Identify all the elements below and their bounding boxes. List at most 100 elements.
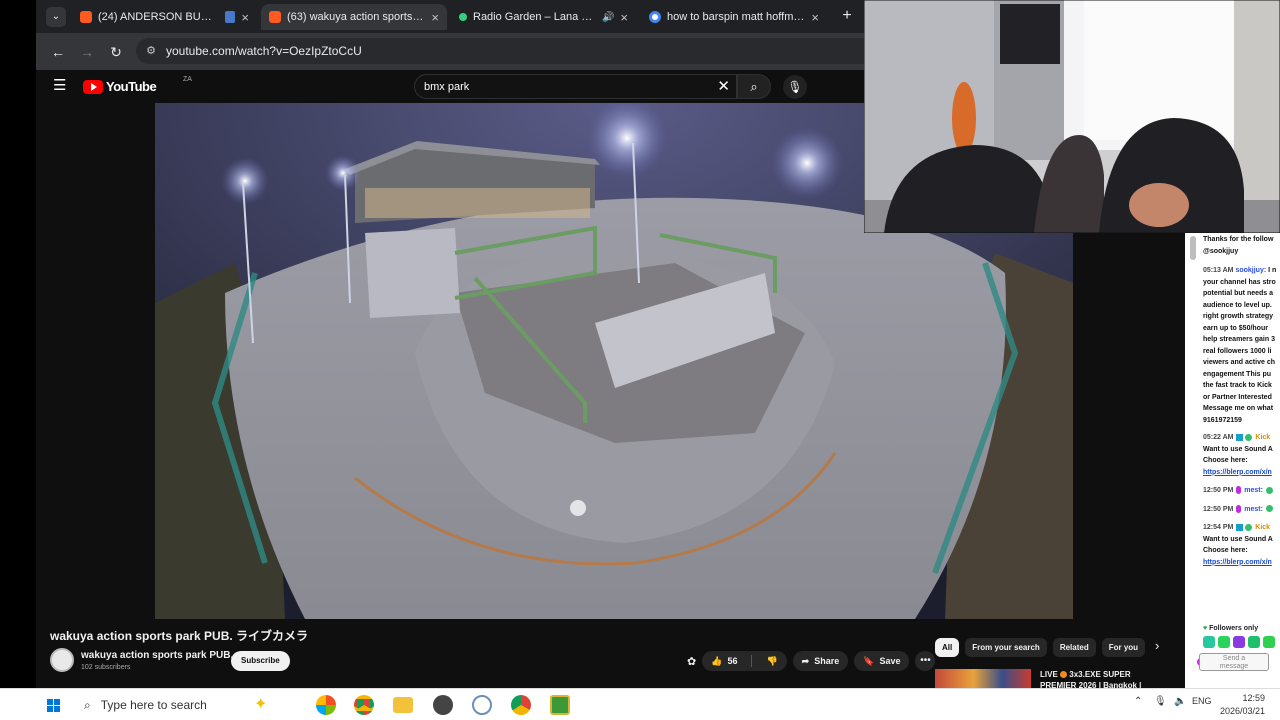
- dislike-button[interactable]: 👎: [757, 651, 786, 671]
- chat-username[interactable]: Kick: [1255, 524, 1270, 531]
- voice-search-button[interactable]: 🎙: [783, 75, 807, 99]
- like-count: 56: [727, 656, 738, 666]
- chat-message-line: @sookjjuy: [1203, 247, 1239, 255]
- tab-strip: ⌄ (24) ANDERSON BURRUS v × (63) wakuya a…: [36, 0, 864, 33]
- chip-from-your-search[interactable]: From your search: [965, 638, 1047, 657]
- video-title: wakuya action sports park PUB. ライブカメラ: [50, 629, 309, 643]
- chip-related[interactable]: Related: [1052, 638, 1096, 657]
- tab-anderson-burrus[interactable]: (24) ANDERSON BURRUS v ×: [72, 4, 257, 30]
- browser-toolbar: ← → ↻ ⚙ youtube.com/watch?v=OezIpZtoCcU: [36, 33, 864, 70]
- picture-in-picture-icon: [225, 11, 236, 23]
- youtube-wordmark: YouTube: [106, 79, 157, 94]
- stream-chat-panel: Thanks for the follow @sookjjuy 05:13 AM…: [1185, 232, 1280, 688]
- chip-for-you[interactable]: For you: [1101, 638, 1146, 657]
- tab-title: (63) wakuya action sports park: [287, 11, 426, 23]
- tab-radio-garden[interactable]: Radio Garden – Lana FM 91 🔊 ×: [451, 4, 636, 30]
- clear-search-icon[interactable]: ✕: [717, 77, 730, 95]
- moderator-badge-icon: [1236, 433, 1244, 441]
- chat-message-line: Choose here:: [1203, 457, 1248, 464]
- subscribe-button[interactable]: Subscribe: [231, 651, 290, 671]
- tab-search-button[interactable]: ⌄: [46, 7, 66, 27]
- chat-message-line: Choose here:: [1203, 547, 1248, 554]
- chat-message: 05:13 AM sookjjuy: I n: [1203, 265, 1280, 277]
- language-indicator[interactable]: ENG: [1192, 696, 1212, 706]
- chat-message-list: Thanks for the follow @sookjjuy 05:13 AM…: [1203, 232, 1280, 568]
- copilot-icon[interactable]: [316, 695, 336, 715]
- chat-scrollbar[interactable]: [1190, 236, 1196, 260]
- clock-date: 2026/03/21: [1220, 706, 1266, 716]
- save-button[interactable]: 🔖 Save: [854, 651, 910, 671]
- emote-icon[interactable]: [1263, 636, 1275, 648]
- tab-title: (24) ANDERSON BURRUS v: [98, 11, 219, 23]
- microphone-icon: 🎙: [787, 80, 803, 94]
- close-icon[interactable]: ×: [811, 10, 819, 25]
- emote-icon[interactable]: [1203, 636, 1215, 648]
- tab-barspin[interactable]: how to barspin matt hoffman 2 ×: [641, 4, 827, 30]
- close-icon[interactable]: ×: [431, 10, 439, 25]
- video-actions: ✿ 👍 56 👎 ➦ Share 🔖 Save •••: [687, 651, 936, 671]
- new-tab-button[interactable]: +: [837, 6, 857, 26]
- taskbar-search-placeholder: Type here to search: [100, 698, 207, 712]
- speaker-icon[interactable]: 🔈: [1174, 696, 1186, 707]
- chat-message-line: or Partner Interested: [1203, 393, 1272, 401]
- chat-link[interactable]: https://blerp.com/x/n: [1203, 557, 1280, 569]
- emote-icon[interactable]: [1233, 636, 1245, 648]
- speaker-icon[interactable]: 🔊: [602, 12, 614, 23]
- snipping-tool-icon[interactable]: [472, 695, 492, 715]
- chat-username[interactable]: mest:: [1244, 506, 1263, 513]
- close-icon[interactable]: ×: [241, 10, 249, 25]
- hamburger-menu-icon[interactable]: ☰: [53, 78, 69, 94]
- tab-wakuya[interactable]: (63) wakuya action sports park ×: [261, 4, 447, 30]
- chat-message-line: right growth strategy: [1203, 313, 1274, 320]
- chrome-icon[interactable]: [354, 695, 374, 715]
- emote-icon[interactable]: [1218, 636, 1230, 648]
- chip-all[interactable]: All: [935, 638, 960, 657]
- browser-window: ⌄ (24) ANDERSON BURRUS v × (63) wakuya a…: [36, 0, 864, 70]
- like-button[interactable]: 👍 56: [702, 651, 746, 671]
- obs-icon[interactable]: [433, 695, 453, 715]
- share-button[interactable]: ➦ Share: [792, 651, 849, 671]
- screen: ⌄ (24) ANDERSON BURRUS v × (63) wakuya a…: [0, 0, 1280, 720]
- youtube-logo[interactable]: YouTube ZA: [83, 76, 192, 94]
- chat-message-input[interactable]: Send a message: [1199, 653, 1269, 671]
- thumbs-down-icon: 👎: [766, 655, 778, 666]
- more-actions-button[interactable]: •••: [915, 651, 936, 671]
- recommendation-thumbnail[interactable]: [935, 669, 1031, 688]
- address-bar[interactable]: ⚙ youtube.com/watch?v=OezIpZtoCcU: [136, 38, 864, 64]
- chrome-active-icon[interactable]: [511, 695, 531, 715]
- extension-puzzle-icon[interactable]: ✿: [687, 655, 696, 668]
- back-button[interactable]: ←: [47, 41, 69, 63]
- site-info-icon[interactable]: ⚙: [144, 44, 158, 58]
- recommendation-chips: All From your search Related For you: [935, 638, 1146, 658]
- shield-icon: ♥: [1203, 625, 1208, 632]
- chevron-up-icon[interactable]: ⌃: [1134, 696, 1142, 707]
- chat-username[interactable]: mest:: [1244, 487, 1263, 494]
- chat-username[interactable]: Kick: [1255, 434, 1270, 441]
- youtube-favicon-icon: [269, 11, 281, 23]
- url-text: youtube.com/watch?v=OezIpZtoCcU: [166, 44, 362, 58]
- channel-name[interactable]: wakuya action sports park PUB.: [81, 650, 233, 661]
- file-explorer-icon[interactable]: [393, 697, 413, 713]
- radio-garden-favicon-icon: [459, 13, 467, 21]
- chat-username[interactable]: sookjjuy:: [1235, 267, 1266, 274]
- minecraft-icon[interactable]: [550, 695, 570, 715]
- chat-link[interactable]: https://blerp.com/x/n: [1203, 467, 1280, 479]
- search-button[interactable]: ⌕: [737, 74, 771, 99]
- close-icon[interactable]: ×: [620, 10, 628, 25]
- channel-avatar[interactable]: [50, 648, 74, 672]
- plus-icon: +: [842, 7, 852, 24]
- emote-icon[interactable]: [1248, 636, 1260, 648]
- microphone-icon[interactable]: 🎙: [1154, 696, 1167, 707]
- windows-start-icon[interactable]: [47, 699, 60, 712]
- chevron-right-icon[interactable]: ›: [1155, 638, 1159, 653]
- chat-message-line: Want to use Sound A: [1203, 445, 1273, 453]
- chat-message-line: audience to level up.: [1203, 301, 1272, 309]
- chevron-down-icon: ⌄: [51, 11, 61, 22]
- forward-button[interactable]: →: [76, 41, 98, 63]
- search-input[interactable]: bmx park ✕: [414, 74, 737, 99]
- chat-message: 12:50 PM mest:: [1203, 504, 1280, 516]
- search-highlight-sparkle-icon[interactable]: ✦: [254, 694, 267, 714]
- taskbar-clock[interactable]: 12:59 2026/03/21: [1220, 692, 1265, 718]
- search-query: bmx park: [424, 81, 470, 93]
- reload-button[interactable]: ↻: [105, 41, 127, 63]
